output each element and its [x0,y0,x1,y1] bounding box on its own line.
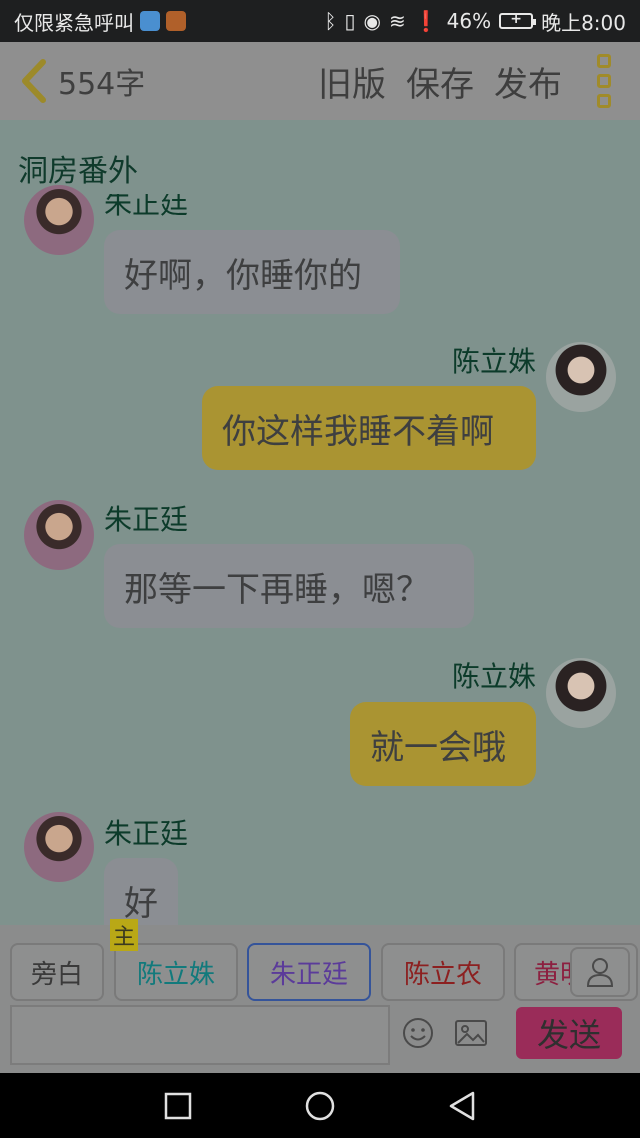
avatar-chen-lishu[interactable] [546,342,616,412]
add-role-button[interactable] [570,947,630,997]
editor-header: 554字 旧版 保存 发布 [0,42,640,120]
battery-icon: + [499,11,537,29]
vibrate-icon: ▯ [344,9,356,33]
role-label: 陈立姝 [136,959,215,990]
speaker-name: 陈立姝 [451,345,536,378]
send-button[interactable]: 发送 [516,1007,622,1059]
recent-apps-button[interactable] [163,1091,193,1121]
triangle-back-icon [449,1091,475,1121]
avatar-zhu-zhengting[interactable] [24,185,94,255]
app-icon-1 [140,11,160,31]
carrier-text: 仅限紧急呼叫 [14,10,134,35]
avatar-zhu-zhengting[interactable] [24,812,94,882]
avatar-chen-lishu[interactable] [546,658,616,728]
message-bubble[interactable]: 好 [104,858,178,925]
role-chen-lishu[interactable]: 陈立姝 [114,943,238,1001]
back-button[interactable] [16,56,52,106]
back-nav-button[interactable] [447,1091,477,1121]
role-chen-linong[interactable]: 陈立农 [381,943,505,1001]
role-selector: 旁白 陈立姝 朱正廷 陈立农 黄明 [10,943,640,1001]
image-button[interactable] [453,1015,489,1051]
more-dot-icon [597,74,611,88]
role-label: 陈立农 [403,959,482,990]
eye-icon: ◉ [363,9,381,33]
speaker-name: 朱正廷 [104,817,189,850]
system-nav-bar [0,1073,640,1138]
user-icon [586,958,614,987]
more-menu-button[interactable] [584,54,624,108]
role-zhu-zhengting[interactable]: 朱正廷 [247,943,371,1001]
clock: 晚上8:00 [541,10,626,35]
status-bar: 仅限紧急呼叫 ᛒ ▯ ◉ ≋ ❗ 46% + 晚上8:00 [0,0,640,42]
publish-button[interactable]: 发布 [494,57,562,106]
message-bubble[interactable]: 那等一下再睡，嗯？ [104,544,474,628]
message-input[interactable] [10,1005,390,1065]
circle-icon [305,1091,335,1121]
image-icon [455,1020,487,1046]
avatar-zhu-zhengting[interactable] [24,500,94,570]
speaker-name: 陈立姝 [451,660,536,693]
app-icon-2 [166,11,186,31]
message-bubble[interactable]: 就一会哦 [350,702,536,786]
speaker-name: 朱正廷 [104,503,189,536]
square-icon [164,1092,192,1120]
message-bubble[interactable]: 你这样我睡不着啊 [202,386,536,470]
word-count: 554字 [58,67,146,102]
battery-percent: 46% [446,9,492,33]
alert-icon: ❗ [413,9,439,33]
message-bubble[interactable]: 好啊，你睡你的 [104,230,400,314]
role-label: 旁白 [30,959,83,990]
save-button[interactable]: 保存 [406,57,474,106]
role-narration[interactable]: 旁白 [10,943,104,1001]
chat-area[interactable]: 洞房番外 朱正廷 好啊，你睡你的 陈立姝 你这样我睡不着啊 朱正廷 那等一下再睡… [0,120,640,925]
emoji-button[interactable] [400,1015,436,1051]
more-dot-icon [597,94,611,108]
composer: 旁白 陈立姝 朱正廷 陈立农 黄明 主 发送 [0,919,640,1073]
wifi-icon: ≋ [388,9,406,33]
old-version-button[interactable]: 旧版 [318,57,386,106]
main-role-tag: 主 [110,919,138,951]
chevron-left-icon [22,59,46,103]
more-dot-icon [597,54,611,68]
role-label: 朱正廷 [269,959,348,990]
home-button[interactable] [305,1091,335,1121]
smiley-icon [403,1018,433,1048]
chapter-title: 洞房番外 [18,154,138,189]
bluetooth-icon: ᛒ [324,9,337,33]
